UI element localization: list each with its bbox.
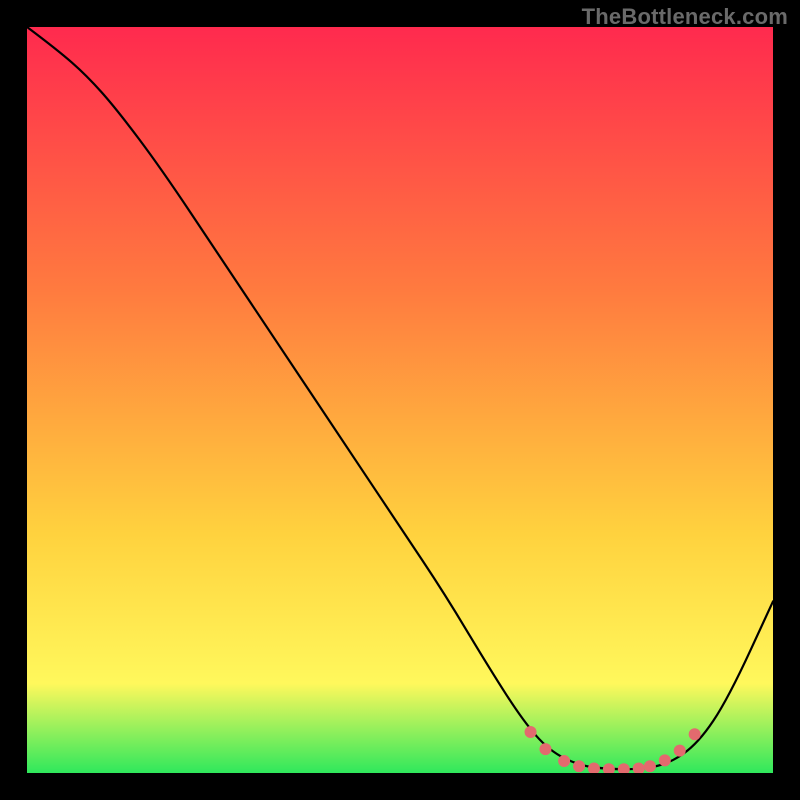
- marker-dot: [573, 760, 585, 772]
- marker-dot: [525, 726, 537, 738]
- marker-dot: [689, 728, 701, 740]
- marker-dot: [644, 760, 656, 772]
- chart-svg: [27, 27, 773, 773]
- marker-dot: [659, 754, 671, 766]
- plot-area: [27, 27, 773, 773]
- marker-dot: [539, 743, 551, 755]
- chart-frame: TheBottleneck.com: [0, 0, 800, 800]
- marker-dot: [674, 745, 686, 757]
- marker-dot: [558, 755, 570, 767]
